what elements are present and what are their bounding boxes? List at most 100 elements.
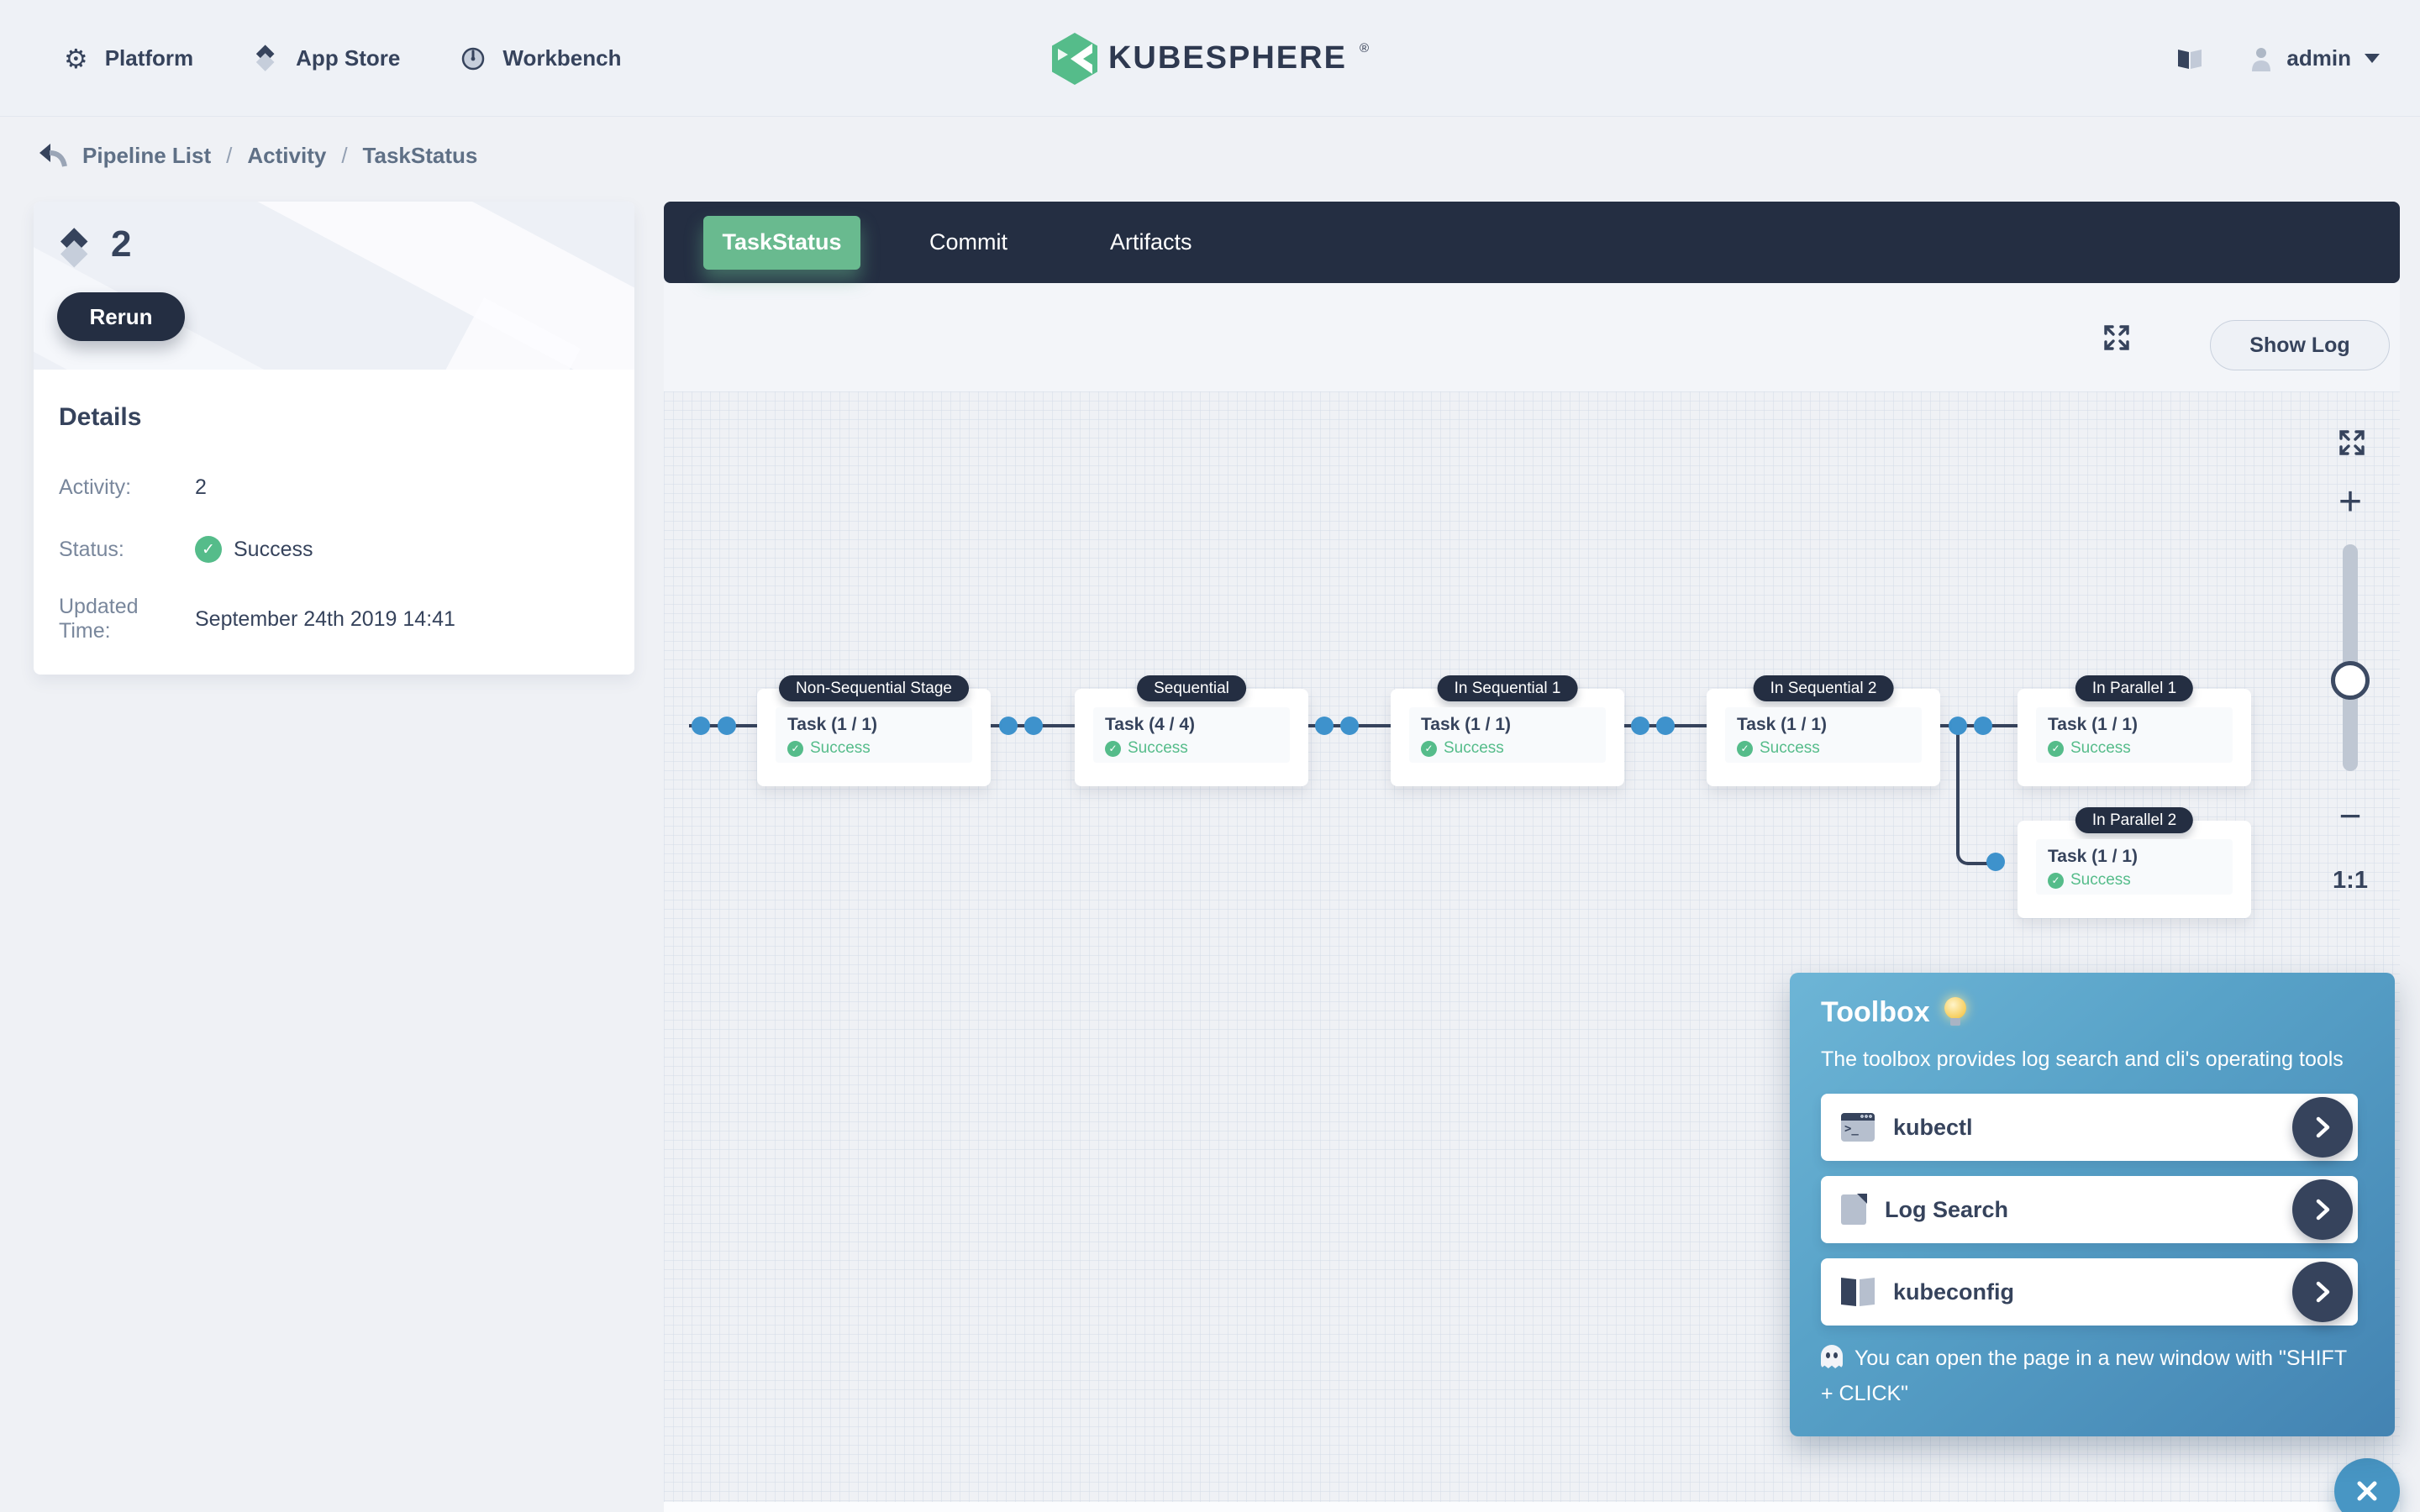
- book-icon: [1841, 1278, 1875, 1305]
- graph-toolbar: Show Log: [664, 283, 2400, 391]
- zoom-out-button[interactable]: −: [2329, 793, 2371, 838]
- task-count: Task (4 / 4): [1105, 715, 1278, 735]
- stage-card-in-parallel-1[interactable]: In Parallel 1 Task (1 / 1) ✓Success: [2018, 689, 2251, 786]
- activity-stack-icon: [59, 232, 93, 266]
- open-kubeconfig-button chevron-right-icon[interactable]: [2292, 1262, 2353, 1322]
- stage-card-sequential[interactable]: Sequential Task (4 / 4) ✓Success: [1075, 689, 1308, 786]
- connector-dot: [1631, 717, 1649, 735]
- connector-dot: [1656, 717, 1675, 735]
- nav-workbench-label: Workbench: [502, 45, 621, 71]
- connector-dot: [1024, 717, 1043, 735]
- show-log-button[interactable]: Show Log: [2210, 320, 2390, 370]
- stage-name-pill: In Sequential 2: [1754, 675, 1894, 701]
- status-text: Success: [234, 538, 313, 562]
- tab-taskstatus[interactable]: TaskStatus: [703, 216, 860, 270]
- toolbox-subtitle: The toolbox provides log search and cli'…: [1821, 1047, 2358, 1072]
- success-check-icon: ✓: [2048, 741, 2064, 757]
- toolbox-hint-text: You can open the page in a new window wi…: [1821, 1347, 2347, 1405]
- terminal-icon: >_: [1841, 1113, 1875, 1142]
- details-title: Details: [59, 403, 609, 432]
- tool-log-search[interactable]: Log Search: [1821, 1176, 2358, 1243]
- tab-commit[interactable]: Commit: [929, 229, 1007, 255]
- updated-time-value: September 24th 2019 14:41: [195, 607, 609, 632]
- nav-platform-label: Platform: [105, 45, 193, 71]
- detail-row-status: Status: ✓ Success: [59, 533, 609, 566]
- connector-dot: [1949, 717, 1967, 735]
- rerun-button[interactable]: Rerun: [57, 292, 185, 341]
- success-check-icon: ✓: [195, 536, 222, 563]
- tab-artifacts[interactable]: Artifacts: [1110, 229, 1192, 255]
- global-nav: ⚙ Platform App Store Workbench: [64, 0, 622, 117]
- username: admin: [2286, 45, 2351, 71]
- close-icon: [2350, 1474, 2384, 1508]
- stage-card-in-sequential-2[interactable]: In Sequential 2 Task (1 / 1) ✓Success: [1707, 689, 1940, 786]
- tab-bar: TaskStatus Commit Artifacts: [664, 202, 2400, 283]
- task-status-text: Success: [2070, 871, 2131, 890]
- stage-name-pill: Sequential: [1137, 675, 1246, 701]
- connector-dot: [999, 717, 1018, 735]
- success-check-icon: ✓: [787, 741, 803, 757]
- breadcrumb-separator: /: [226, 143, 232, 169]
- zoom-slider-handle[interactable]: [2331, 661, 2370, 700]
- stage-card-non-sequential[interactable]: Non-Sequential Stage Task (1 / 1) ✓Succe…: [757, 689, 991, 786]
- task-box[interactable]: Task (1 / 1) ✓Success: [1725, 707, 1922, 763]
- connector-dot: [692, 717, 710, 735]
- tool-kubeconfig[interactable]: kubeconfig: [1821, 1258, 2358, 1326]
- task-count: Task (1 / 1): [787, 715, 960, 735]
- nav-platform[interactable]: ⚙ Platform: [64, 45, 193, 72]
- workbench-icon: [460, 46, 486, 71]
- kubesphere-logo[interactable]: KUBESPHERE®: [1051, 0, 1369, 117]
- breadcrumb-pipeline-list[interactable]: Pipeline List: [82, 143, 211, 169]
- close-toolbox-button[interactable]: [2334, 1458, 2400, 1512]
- connector-dot: [1340, 717, 1359, 735]
- task-box[interactable]: Task (1 / 1) ✓ Success: [2036, 707, 2233, 763]
- task-status-text: Success: [1128, 739, 1188, 758]
- open-log-search-button chevron-right-icon[interactable]: [2292, 1179, 2353, 1240]
- fullscreen-icon[interactable]: [2102, 323, 2131, 352]
- detail-value: 2: [195, 475, 609, 500]
- back-arrow-icon[interactable]: [37, 141, 67, 170]
- stage-card-in-parallel-2[interactable]: In Parallel 2 Task (1 / 1) ✓Success: [2018, 821, 2251, 918]
- task-count: Task (1 / 1): [2048, 715, 2221, 735]
- docs-book-icon[interactable]: [2175, 46, 2204, 71]
- zoom-ratio-reset[interactable]: 1:1: [2325, 867, 2375, 895]
- breadcrumb-activity[interactable]: Activity: [247, 143, 326, 169]
- connector-dot: [1315, 717, 1334, 735]
- zoom-slider-track[interactable]: [2343, 544, 2358, 771]
- branch-line: [1956, 726, 1960, 853]
- user-menu[interactable]: admin: [2249, 45, 2380, 71]
- gear-icon: ⚙: [64, 45, 88, 72]
- open-kubectl-button chevron-right-icon[interactable]: [2292, 1097, 2353, 1158]
- task-box[interactable]: Task (1 / 1) ✓Success: [1409, 707, 1606, 763]
- breadcrumb-taskstatus: TaskStatus: [363, 143, 478, 169]
- task-status-text: Success: [1444, 739, 1504, 758]
- canvas-bottom-strip: [664, 1502, 2400, 1512]
- success-check-icon: ✓: [1105, 741, 1121, 757]
- file-icon: [1841, 1194, 1866, 1225]
- toolbox-tools: >_ kubectl Log Search kubeconfig: [1821, 1094, 2358, 1326]
- zoom-in-button[interactable]: +: [2329, 479, 2371, 525]
- breadcrumb-separator: /: [341, 143, 347, 169]
- success-check-icon: ✓: [1737, 741, 1753, 757]
- pipeline-graph-canvas[interactable]: Non-Sequential Stage Task (1 / 1) ✓Succe…: [664, 391, 2400, 1502]
- connector-dot: [1986, 853, 2005, 871]
- task-count: Task (1 / 1): [1421, 715, 1594, 735]
- task-box[interactable]: Task (4 / 4) ✓ Success: [1093, 707, 1290, 763]
- connector-dot: [718, 717, 736, 735]
- task-status-text: Success: [810, 739, 871, 758]
- tool-kubectl[interactable]: >_ kubectl: [1821, 1094, 2358, 1161]
- summary-header: 2 Rerun: [34, 202, 634, 370]
- status-value: ✓ Success: [195, 536, 609, 563]
- task-status-text: Success: [2070, 739, 2131, 758]
- stage-card-in-sequential-1[interactable]: In Sequential 1 Task (1 / 1) ✓Success: [1391, 689, 1624, 786]
- task-box[interactable]: Task (1 / 1) ✓ Success: [776, 707, 972, 763]
- success-check-icon: ✓: [2048, 873, 2064, 889]
- kubesphere-pipeline-page: ⚙ Platform App Store Workbench: [0, 0, 2420, 1512]
- kubesphere-logo-icon: [1051, 33, 1098, 85]
- detail-label: Updated Time:: [59, 595, 195, 643]
- nav-app-store[interactable]: App Store: [254, 45, 400, 71]
- canvas-fullscreen-icon[interactable]: [2338, 428, 2366, 457]
- nav-workbench[interactable]: Workbench: [460, 45, 621, 71]
- stage-name-pill: In Parallel 1: [2075, 675, 2193, 701]
- task-box[interactable]: Task (1 / 1) ✓Success: [2036, 839, 2233, 895]
